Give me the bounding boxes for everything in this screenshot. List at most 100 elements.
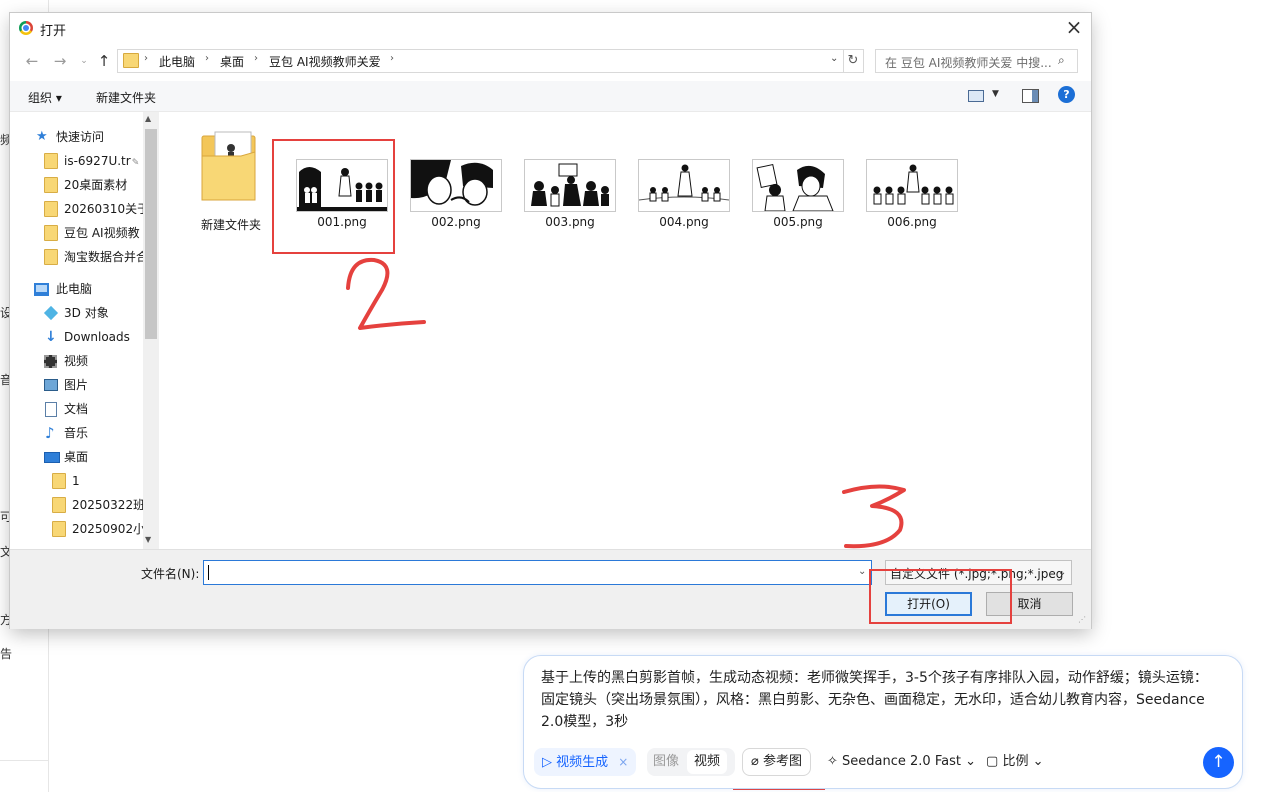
nav-pc-item[interactable]: 视频 bbox=[44, 350, 88, 372]
prompt-text[interactable]: 基于上传的黑白剪影首帧，生成动态视频：老师微笑挥手，3-5个孩子有序排队入园，动… bbox=[541, 667, 1221, 733]
file-item-002[interactable]: 002.png bbox=[406, 159, 506, 239]
file-name: 006.png bbox=[887, 215, 937, 229]
file-name: 002.png bbox=[431, 215, 481, 229]
folder-icon bbox=[44, 153, 58, 169]
image-thumbnail bbox=[524, 159, 616, 212]
preview-pane-icon[interactable] bbox=[1022, 89, 1039, 103]
file-name: 005.png bbox=[773, 215, 823, 229]
image-thumbnail bbox=[752, 159, 844, 212]
nav-pc-item[interactable]: 图片 bbox=[44, 374, 88, 396]
document-icon bbox=[45, 402, 57, 417]
refresh-icon[interactable]: ↻ bbox=[843, 49, 864, 73]
view-dropdown-icon[interactable]: ▼ bbox=[992, 89, 999, 99]
nav-label: 文档 bbox=[64, 402, 89, 416]
nav-pc-item[interactable]: 桌面 bbox=[44, 446, 88, 468]
nav-label: 快速访问 bbox=[56, 130, 105, 144]
file-item-003[interactable]: 003.png bbox=[520, 159, 620, 239]
nav-desktop-item[interactable]: 20250902小2 bbox=[52, 518, 153, 540]
nav-label: 桌面 bbox=[64, 450, 89, 464]
breadcrumb-desktop[interactable]: 桌面 bbox=[220, 53, 244, 70]
nav-quick-access[interactable]: ★ 快速访问 bbox=[36, 126, 104, 148]
breadcrumb-separator-icon: › bbox=[205, 53, 209, 64]
nav-label: 此电脑 bbox=[56, 282, 93, 296]
nav-pc-item[interactable]: ♪ 音乐 bbox=[44, 422, 88, 444]
file-item-004[interactable]: 004.png bbox=[634, 159, 734, 239]
scroll-down-icon[interactable]: ▼ bbox=[145, 535, 151, 544]
sparkle-icon: ✧ bbox=[827, 754, 838, 769]
nav-quick-item[interactable]: 20桌面素材 bbox=[44, 174, 127, 196]
filename-dropdown-icon[interactable]: ⌄ bbox=[858, 566, 866, 577]
recent-locations-chevron-icon[interactable]: ⌄ bbox=[74, 51, 94, 71]
breadcrumb-current-folder[interactable]: 豆包 AI视频教师关爱 bbox=[269, 53, 381, 70]
dialog-titlebar: 打开 × bbox=[10, 13, 1091, 43]
nav-label: 3D 对象 bbox=[64, 306, 109, 320]
folder-icon bbox=[44, 225, 58, 241]
breadcrumb-separator-icon: › bbox=[390, 53, 394, 64]
chrome-icon bbox=[19, 21, 33, 35]
segment-video[interactable]: 视频 bbox=[687, 750, 728, 774]
resize-grip-icon[interactable]: ⋰ bbox=[1078, 615, 1086, 624]
media-type-segment: 图像 视频 bbox=[647, 748, 735, 776]
close-icon[interactable]: × bbox=[618, 755, 628, 769]
file-name: 004.png bbox=[659, 215, 709, 229]
new-folder-button[interactable]: 新建文件夹 bbox=[96, 89, 156, 106]
bg-fragment: 告 bbox=[0, 647, 13, 661]
cube-3d-icon bbox=[43, 305, 59, 321]
chevron-down-icon: ⌄ bbox=[1058, 567, 1067, 578]
reference-image-button[interactable]: ⌀ 参考图 bbox=[742, 748, 811, 776]
nav-desktop-item[interactable]: 20250322班级 bbox=[52, 494, 157, 516]
breadcrumb-separator-icon: › bbox=[144, 53, 148, 64]
ratio-icon: ▢ bbox=[986, 754, 999, 769]
nav-label: is-6927U.tr bbox=[64, 154, 131, 168]
image-thumbnail bbox=[638, 159, 730, 212]
close-button[interactable]: × bbox=[1062, 16, 1086, 40]
nav-this-pc[interactable]: 此电脑 bbox=[34, 278, 92, 300]
search-icon[interactable]: ⌕ bbox=[1058, 53, 1065, 68]
chip-label: 视频生成 bbox=[556, 755, 609, 770]
file-name: 新建文件夹 bbox=[200, 218, 261, 232]
file-item-005[interactable]: 005.png bbox=[748, 159, 848, 239]
scroll-up-icon[interactable]: ▲ bbox=[145, 114, 151, 123]
segment-image[interactable]: 图像 bbox=[653, 748, 679, 776]
pin-icon: ✎ bbox=[131, 158, 140, 168]
forward-arrow-icon[interactable]: → bbox=[50, 51, 70, 71]
search-box[interactable]: 在 豆包 AI视频教师关爱 中搜... ⌕ bbox=[875, 49, 1078, 73]
nav-quick-item[interactable]: 豆包 AI视频教 bbox=[44, 222, 140, 244]
nav-pc-item[interactable]: 文档 bbox=[44, 398, 88, 420]
folder-icon bbox=[52, 521, 66, 537]
organize-button[interactable]: 组织 ▾ bbox=[28, 89, 62, 106]
nav-pc-item[interactable]: ↓ Downloads bbox=[44, 326, 130, 348]
annotation-number-3: 3 bbox=[838, 482, 906, 549]
filename-input[interactable] bbox=[203, 560, 872, 585]
nav-desktop-item[interactable]: 1 bbox=[52, 470, 80, 492]
aspect-ratio-button[interactable]: ▢ 比例 ⌄ bbox=[986, 748, 1044, 776]
nav-scrollbar-thumb[interactable] bbox=[145, 129, 157, 339]
download-icon: ↓ bbox=[45, 329, 57, 345]
model-select-button[interactable]: ✧ Seedance 2.0 Fast ⌄ bbox=[827, 748, 976, 776]
file-item-006[interactable]: 006.png bbox=[862, 159, 962, 239]
address-bar[interactable]: › 此电脑 › 桌面 › 豆包 AI视频教师关爱 › bbox=[117, 49, 844, 73]
up-arrow-icon[interactable]: ↑ bbox=[94, 51, 114, 71]
divider bbox=[0, 760, 48, 761]
nav-label: 淘宝数据合并合 bbox=[64, 250, 149, 264]
video-generation-chip[interactable]: ▷ 视频生成 × bbox=[534, 748, 637, 776]
breadcrumb-this-pc[interactable]: 此电脑 bbox=[159, 53, 195, 70]
annotation-label: 3 bbox=[838, 482, 839, 483]
view-mode-icon[interactable] bbox=[968, 90, 984, 102]
help-icon[interactable]: ? bbox=[1058, 86, 1075, 103]
nav-quick-item[interactable]: 20260310关于 bbox=[44, 198, 149, 220]
computer-icon bbox=[34, 283, 49, 296]
button-label: 比例 bbox=[1002, 754, 1029, 769]
back-arrow-icon[interactable]: ← bbox=[22, 51, 42, 71]
address-dropdown-icon[interactable]: ⌄ bbox=[830, 53, 838, 64]
nav-pc-item[interactable]: 3D 对象 bbox=[43, 302, 109, 324]
annotation-label: 2 bbox=[338, 252, 339, 253]
nav-quick-item[interactable]: 淘宝数据合并合 bbox=[44, 246, 148, 268]
folder-icon bbox=[201, 131, 256, 201]
nav-label: 20250902小2 bbox=[72, 522, 153, 536]
chevron-down-icon: ⌄ bbox=[965, 754, 977, 769]
breadcrumb-separator-icon: › bbox=[254, 53, 258, 64]
image-thumbnail bbox=[866, 159, 958, 212]
nav-quick-item[interactable]: is-6927U.tr✎ bbox=[44, 150, 139, 172]
send-button[interactable]: ↑ bbox=[1203, 747, 1234, 778]
